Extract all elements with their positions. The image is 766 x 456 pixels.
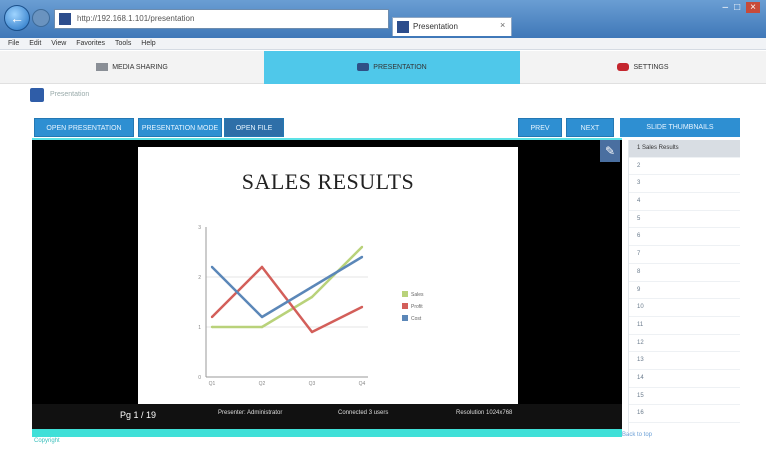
thumbnail-item[interactable]: 11 <box>629 317 740 335</box>
legend-swatch <box>402 303 408 309</box>
data-point <box>360 255 364 259</box>
breadcrumb-text: Presentation <box>50 91 90 98</box>
browser-titlebar: ← http://192.168.1.101/presentation Pres… <box>0 0 766 38</box>
open-file-button[interactable]: OPEN FILE <box>224 118 284 137</box>
status-presenter: Presenter: Administrator <box>218 410 283 416</box>
prev-button[interactable]: PREV <box>518 118 562 137</box>
thumbnail-item[interactable]: 14 <box>629 370 740 388</box>
next-button[interactable]: NEXT <box>566 118 614 137</box>
tab-site-icon <box>397 21 409 33</box>
legend-label: Cost <box>411 316 422 322</box>
thumbnail-item[interactable]: 6 <box>629 228 740 247</box>
line-chart: 0 1 2 3 Q1 Q2 Q3 Q4 Sales Profit Cost <box>198 225 424 387</box>
legend-swatch <box>402 291 408 297</box>
data-point <box>260 315 264 319</box>
address-bar[interactable]: http://192.168.1.101/presentation <box>54 9 389 29</box>
page-indicator: Pg 1 / 19 <box>120 410 157 420</box>
thumbnail-item[interactable]: 16 <box>629 405 740 423</box>
nav-media-sharing[interactable]: MEDIA SHARING <box>0 51 264 84</box>
thumbnail-item[interactable]: 1 Sales Results <box>629 140 740 158</box>
data-point <box>310 285 314 289</box>
legend-swatch <box>402 315 408 321</box>
thumbnail-item[interactable]: 10 <box>629 299 740 317</box>
thumbnail-item[interactable]: 7 <box>629 246 740 264</box>
data-point <box>210 315 214 319</box>
data-point <box>360 245 364 249</box>
forward-button[interactable] <box>32 9 50 27</box>
data-point <box>360 305 364 309</box>
y-tick-label: 0 <box>198 375 201 381</box>
x-tick-label: Q4 <box>359 381 366 387</box>
thumbnail-item[interactable]: 9 <box>629 282 740 300</box>
x-tick-label: Q2 <box>259 381 266 387</box>
back-button[interactable]: ← <box>4 5 30 31</box>
menu-help[interactable]: Help <box>141 40 155 47</box>
menu-favorites[interactable]: Favorites <box>76 40 105 47</box>
thumbnail-item[interactable]: 12 <box>629 335 740 353</box>
minimize-icon[interactable]: – <box>723 2 735 13</box>
legend-label: Profit <box>411 304 423 310</box>
nav-presentation[interactable]: PRESENTATION <box>264 51 520 84</box>
thumbnail-list: 1 Sales Results 2 3 4 5 6 7 8 9 10 11 12 13 14 15 16 <box>628 140 740 432</box>
legend-label: Sales <box>411 292 424 298</box>
pen-tool-icon[interactable]: ✎ <box>600 140 620 162</box>
settings-icon <box>617 63 630 72</box>
address-text: http://192.168.1.101/presentation <box>77 14 195 23</box>
x-tick-label: Q3 <box>309 381 316 387</box>
menu-view[interactable]: View <box>51 40 66 47</box>
menu-bar: File Edit View Favorites Tools Help <box>0 38 766 50</box>
menu-edit[interactable]: Edit <box>29 40 41 47</box>
series-line-sales <box>212 246 363 329</box>
back-to-top-link[interactable]: Back to top <box>622 432 652 438</box>
media-icon <box>96 63 109 72</box>
app-nav: MEDIA SHARING PRESENTATION SETTINGS <box>0 51 766 84</box>
thumbnail-item[interactable]: 2 <box>629 158 740 176</box>
open-presentation-button[interactable]: OPEN PRESENTATION <box>34 118 134 137</box>
data-point <box>310 295 314 299</box>
slide-title: SALES RESULTS <box>241 169 415 194</box>
x-tick-label: Q1 <box>209 381 216 387</box>
thumbnail-item[interactable]: 3 <box>629 175 740 194</box>
nav-label: SETTINGS <box>633 64 669 71</box>
nav-label: PRESENTATION <box>373 64 427 71</box>
nav-label: MEDIA SHARING <box>112 64 168 71</box>
data-point <box>310 330 314 334</box>
maximize-icon[interactable]: □ <box>734 2 746 13</box>
thumbnail-item[interactable]: 4 <box>629 193 740 211</box>
presentation-mode-button[interactable]: PRESENTATION MODE <box>138 118 222 137</box>
browser-tab[interactable]: Presentation <box>392 17 512 36</box>
series-line-cost <box>211 255 363 319</box>
back-arrow-icon: ← <box>10 10 24 26</box>
y-tick-label: 3 <box>198 225 201 231</box>
tab-title: Presentation <box>413 22 458 31</box>
data-point <box>210 325 214 329</box>
presentation-page-icon <box>30 88 44 102</box>
close-tab-icon[interactable]: × <box>500 20 505 30</box>
data-point <box>260 265 264 269</box>
window-controls: –□ × <box>723 2 760 13</box>
status-users: Connected 3 users <box>338 410 389 416</box>
breadcrumb: Presentation <box>30 87 89 103</box>
data-point <box>210 265 214 269</box>
y-tick-label: 1 <box>198 325 201 331</box>
nav-settings[interactable]: SETTINGS <box>520 51 766 84</box>
progress-bar <box>32 429 622 437</box>
footer-left: Copyright <box>34 438 60 444</box>
data-point <box>260 325 264 329</box>
site-icon <box>59 13 71 25</box>
menu-file[interactable]: File <box>8 40 19 47</box>
thumbnail-item[interactable]: 13 <box>629 352 740 370</box>
menu-tools[interactable]: Tools <box>115 40 131 47</box>
close-window-icon[interactable]: × <box>746 2 760 13</box>
thumbnail-item[interactable]: 15 <box>629 388 740 406</box>
status-resolution: Resolution 1024x768 <box>456 410 513 416</box>
presentation-icon <box>357 63 370 72</box>
thumbnails-header[interactable]: SLIDE THUMBNAILS <box>620 118 740 137</box>
status-bar: Pg 1 / 19 Presenter: Administrator Conne… <box>32 404 622 430</box>
y-tick-label: 2 <box>198 275 201 281</box>
slide-canvas: SALES RESULTS 0 1 2 3 Q1 Q2 Q3 Q4 Sales Profit Cos… <box>138 147 518 405</box>
thumbnail-item[interactable]: 8 <box>629 264 740 282</box>
thumbnail-item[interactable]: 5 <box>629 211 740 229</box>
